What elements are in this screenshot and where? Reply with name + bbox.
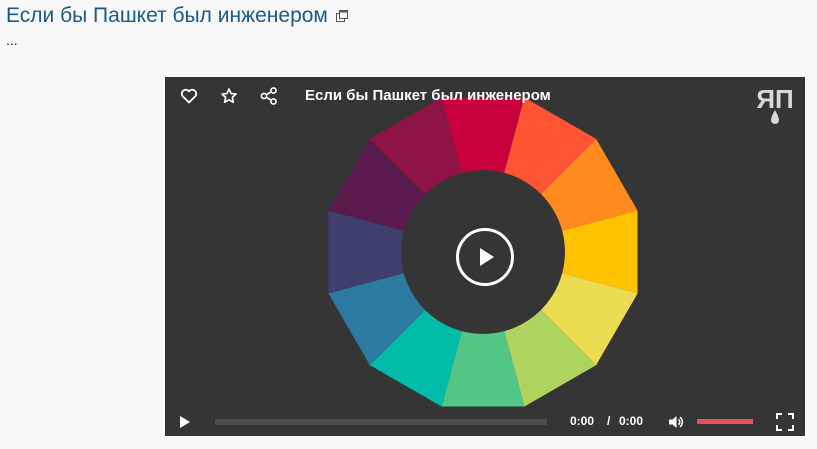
volume-icon[interactable] [667,413,685,436]
duration: 0:00 [619,414,644,428]
player-top-bar: Если бы Пашкет был инженером ЯП [165,77,805,124]
play-icon [480,248,494,266]
heart-icon[interactable] [179,86,199,106]
current-time: 0:00 [570,414,595,428]
post-title-link[interactable]: Если бы Пашкет был инженером [6,3,348,29]
fullscreen-icon[interactable] [776,413,794,436]
external-link-icon[interactable] [335,10,348,22]
post-title[interactable]: Если бы Пашкет был инженером [6,3,328,29]
logo-text: ЯП [756,84,793,114]
play-icon [180,416,190,428]
channel-logo[interactable]: ЯП [751,82,799,126]
big-play-button[interactable] [455,227,515,287]
video-title[interactable]: Если бы Пашкет был инженером [305,87,551,104]
volume-slider[interactable] [697,419,753,424]
star-icon[interactable] [219,86,239,106]
control-bar: 0:00 / 0:00 [165,407,805,436]
share-icon[interactable] [259,86,279,106]
time-separator: / [607,414,611,428]
progress-bar[interactable] [215,419,547,425]
volume-level [697,419,753,424]
play-button[interactable] [179,415,191,434]
video-player[interactable]: Если бы Пашкет был инженером ЯП 0:00 / 0… [165,77,805,436]
post-excerpt: ... [6,32,18,48]
